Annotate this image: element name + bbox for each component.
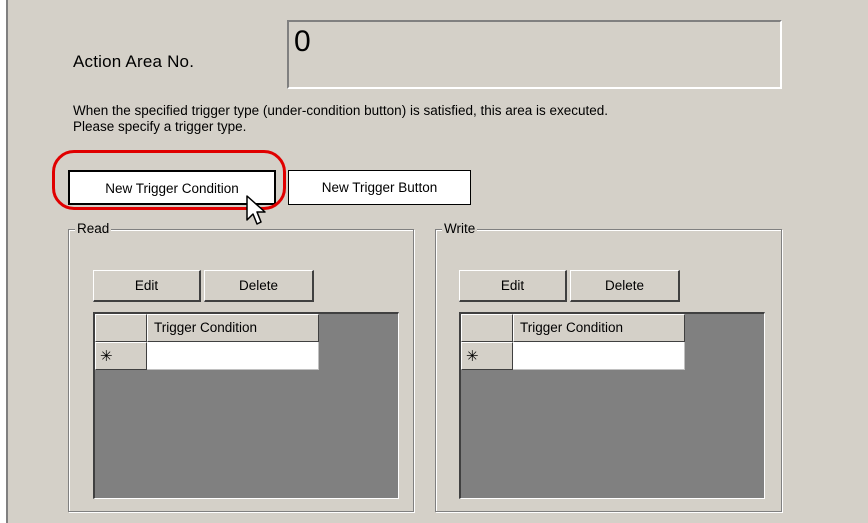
write-new-row-marker: ✳ bbox=[461, 342, 513, 370]
read-new-row-marker: ✳ bbox=[95, 342, 147, 370]
write-group-legend: Write bbox=[442, 221, 478, 236]
write-new-row-cell[interactable] bbox=[513, 342, 685, 370]
action-area-label: Action Area No. bbox=[73, 52, 195, 71]
write-delete-button[interactable]: Delete bbox=[570, 270, 680, 302]
read-new-row-cell[interactable] bbox=[147, 342, 319, 370]
read-group-legend: Read bbox=[75, 221, 112, 236]
write-column-header[interactable]: Trigger Condition bbox=[513, 314, 685, 342]
read-delete-button[interactable]: Delete bbox=[204, 270, 314, 302]
description-line-1: When the specified trigger type (under-c… bbox=[73, 103, 609, 118]
write-grid-corner bbox=[461, 314, 513, 342]
new-trigger-button[interactable]: New Trigger Button bbox=[288, 170, 471, 205]
read-grid-corner bbox=[95, 314, 147, 342]
write-trigger-grid[interactable]: Trigger Condition ✳ bbox=[459, 312, 765, 499]
write-edit-button[interactable]: Edit bbox=[459, 270, 567, 302]
description-line-2: Please specify a trigger type. bbox=[73, 119, 247, 134]
read-column-header[interactable]: Trigger Condition bbox=[147, 314, 319, 342]
read-edit-button[interactable]: Edit bbox=[93, 270, 201, 302]
description-text: When the specified trigger type (under-c… bbox=[73, 103, 608, 135]
read-trigger-grid[interactable]: Trigger Condition ✳ bbox=[93, 312, 399, 499]
action-area-number-field: 0 bbox=[287, 20, 782, 89]
mouse-pointer-icon bbox=[246, 195, 266, 225]
window-left-border bbox=[0, 0, 8, 523]
